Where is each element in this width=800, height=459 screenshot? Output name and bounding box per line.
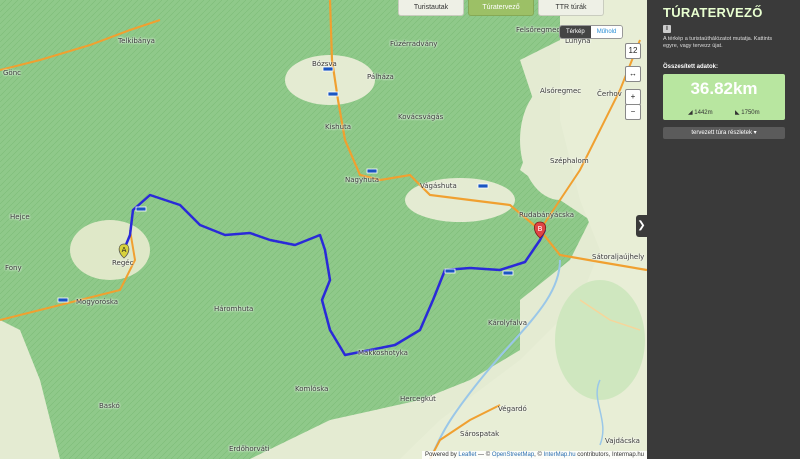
place-label: Széphalom — [550, 157, 589, 165]
place-label: Háromhuta — [214, 305, 254, 313]
route-details-button[interactable]: tervezett túra részletek ▾ — [663, 127, 785, 139]
end-marker-label: B — [538, 225, 543, 233]
place-label: Telkibánya — [118, 37, 155, 45]
map-attribution: Powered by Leaflet — © OpenStreetMap, © … — [422, 451, 647, 459]
attribution-mid: , © — [534, 452, 544, 458]
place-label: Hercegkút — [400, 395, 436, 403]
place-label: Vajdácska — [605, 437, 640, 445]
place-label: Kovácsvágás — [398, 113, 444, 121]
attribution-osm-link[interactable]: OpenStreetMap — [492, 452, 534, 458]
tab-turistautak[interactable]: Turistautak — [398, 0, 464, 16]
place-label: Felsőregmec — [516, 26, 561, 34]
panel-title: TÚRATERVEZŐ — [663, 5, 763, 20]
attribution-intermap-link[interactable]: InterMap.hu — [544, 452, 576, 458]
tab-turatervezo[interactable]: Túratervező — [468, 0, 534, 16]
attribution-prefix: Powered by — [425, 452, 457, 458]
stats-box: 36.82km ◢ 1442m ◣ 1750m — [663, 74, 785, 120]
ascent-value: ◢ 1442m — [688, 109, 713, 116]
place-label: Kishuta — [325, 123, 352, 131]
place-label: Makkoshotyka — [358, 349, 408, 357]
distance-value: 36.82km — [690, 79, 758, 98]
place-label: Erdőhorváti — [229, 445, 270, 453]
attribution-suffix: contributors, Intermap.hu — [575, 452, 644, 458]
map-tabs: Turistautak Túratervező TTR túrák — [398, 0, 604, 16]
descent-icon: ◣ — [735, 110, 740, 116]
ascent-icon: ◢ — [688, 110, 693, 116]
info-icon[interactable]: i — [663, 25, 671, 33]
place-label: Sátoraljaújhely — [592, 253, 645, 261]
place-label: Füzérradvány — [390, 40, 438, 48]
place-label: Komlóska — [295, 385, 329, 393]
descent-value: ◣ 1750m — [735, 109, 760, 116]
place-label: Regéc — [112, 259, 134, 267]
summary-label: Összesített adatok: — [663, 64, 719, 70]
layer-toggle: Térkép Műhold — [559, 25, 624, 39]
place-label: Sárospatak — [460, 430, 500, 438]
layer-terkep-button[interactable]: Térkép — [560, 26, 591, 38]
planner-panel: TÚRATERVEZŐ i A térkép a turistaúthálóza… — [647, 0, 800, 459]
place-label: Nagyhuta — [345, 176, 380, 184]
place-label: Rudabányácska — [519, 211, 575, 219]
place-label: Gönc — [3, 69, 21, 77]
descent-text: 1750m — [741, 110, 760, 116]
zoom-level-indicator: 12 — [625, 43, 641, 59]
attribution-leaflet-link[interactable]: Leaflet — [458, 452, 476, 458]
panel-collapse-chevron-icon[interactable]: ❯ — [636, 215, 647, 237]
place-label: Végardó — [498, 405, 527, 413]
zoom-out-button[interactable]: − — [625, 104, 641, 120]
map-view[interactable]: A B Telkibánya Füzérradvány Felsőregmec … — [0, 0, 647, 459]
place-label: Pálháza — [367, 73, 394, 81]
place-label: Mogyoróska — [76, 298, 119, 306]
place-label: Baskó — [99, 402, 120, 410]
tab-ttr-turak[interactable]: TTR túrák — [538, 0, 604, 16]
place-label: Alsóregmec — [540, 87, 582, 95]
attribution-sep: — © — [476, 452, 492, 458]
panel-hint: A térkép a turistaúthálózatot mutatja. K… — [663, 36, 773, 49]
zoom-in-button[interactable]: + — [625, 89, 641, 105]
place-label: Vágáshuta — [420, 182, 457, 190]
place-label: Fony — [5, 264, 22, 272]
place-label: Bózsva — [312, 60, 337, 68]
place-label: Čerhov — [597, 90, 622, 98]
start-marker-label: A — [122, 246, 127, 254]
layer-muhold-button[interactable]: Műhold — [590, 26, 623, 38]
place-label: Károlyfalva — [488, 319, 527, 327]
ascent-text: 1442m — [694, 110, 713, 116]
fullscreen-button[interactable]: ↔ — [625, 66, 641, 82]
place-label: Hejce — [10, 213, 30, 221]
